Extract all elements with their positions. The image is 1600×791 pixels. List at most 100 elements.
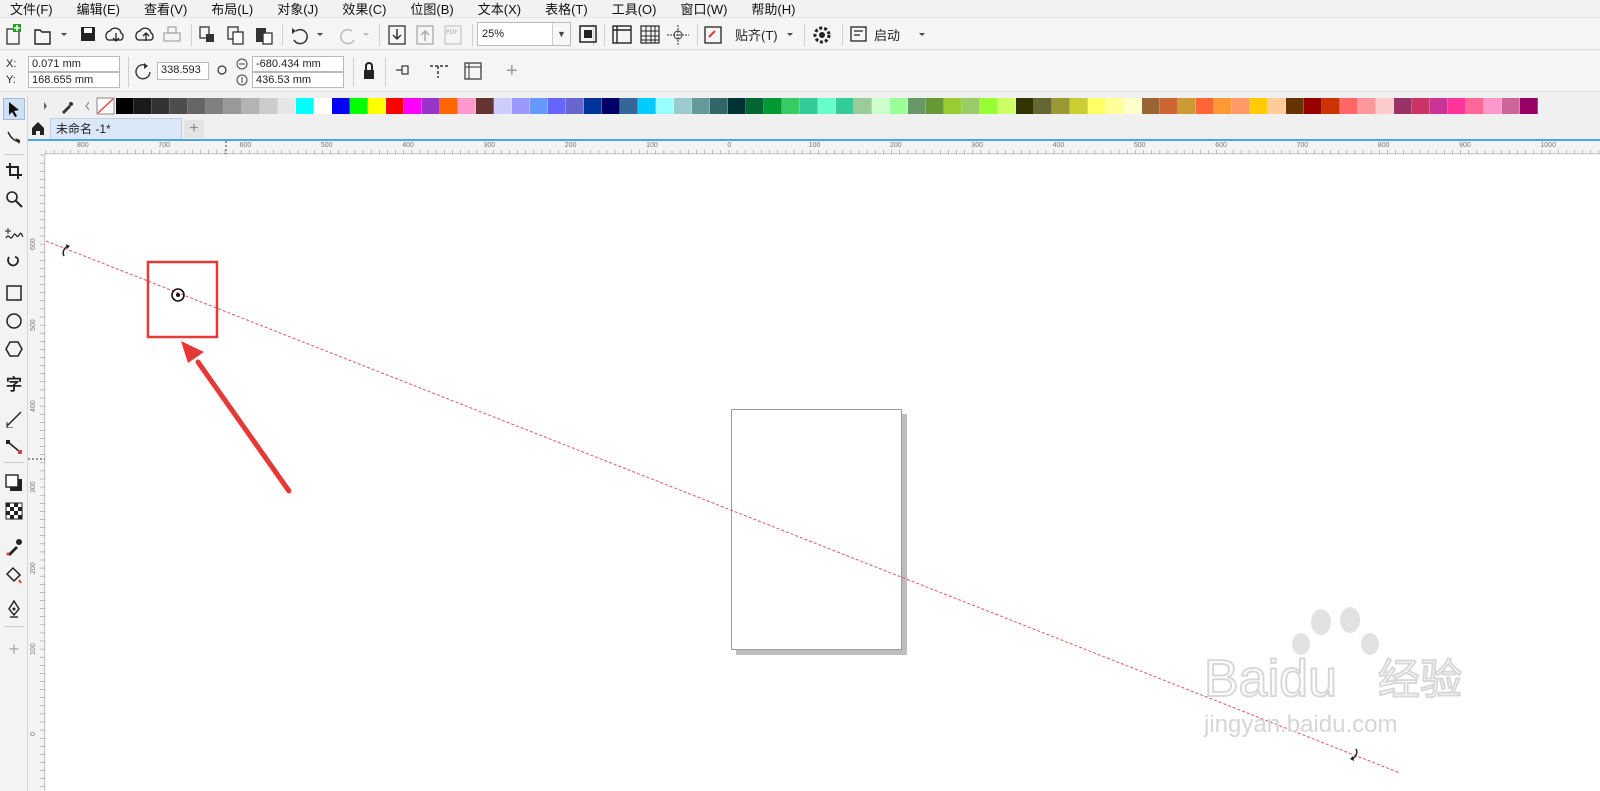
color-swatch[interactable] <box>1448 98 1466 114</box>
interactive-fill-tool[interactable] <box>3 564 25 586</box>
color-swatch[interactable] <box>530 98 548 114</box>
color-swatch[interactable] <box>1412 98 1430 114</box>
color-eyedropper-tool[interactable] <box>3 536 25 558</box>
color-swatch[interactable] <box>1394 98 1412 114</box>
color-swatch[interactable] <box>548 98 566 114</box>
launch-label[interactable]: 启动 <box>874 25 900 44</box>
color-swatch[interactable] <box>1250 98 1268 114</box>
color-swatch[interactable] <box>224 98 242 114</box>
color-swatch[interactable] <box>1520 98 1538 114</box>
color-swatch[interactable] <box>926 98 944 114</box>
color-swatch[interactable] <box>494 98 512 114</box>
rotation-center-y-field[interactable]: 436.53 mm <box>252 72 344 88</box>
color-swatch[interactable] <box>368 98 386 114</box>
parallel-dimension-tool[interactable] <box>3 408 25 430</box>
menu-tools[interactable]: 工具(O) <box>612 0 657 18</box>
add-tool-button[interactable]: + <box>3 638 25 660</box>
menu-edit[interactable]: 编辑(E) <box>77 0 120 18</box>
color-swatch[interactable] <box>1430 98 1448 114</box>
color-swatch[interactable] <box>1484 98 1502 114</box>
color-swatch[interactable] <box>1304 98 1322 114</box>
drop-shadow-tool[interactable] <box>3 472 25 494</box>
new-tab-button[interactable]: + <box>184 120 204 138</box>
color-swatch[interactable] <box>170 98 188 114</box>
menu-effects[interactable]: 效果(C) <box>342 0 386 18</box>
rotation-center-x-field[interactable]: -680.434 mm <box>252 56 344 72</box>
rotation-angle-field[interactable]: 338.593 <box>157 62 209 80</box>
menu-file[interactable]: 文件(F) <box>10 0 53 18</box>
color-swatch[interactable] <box>692 98 710 114</box>
zoom-tool[interactable] <box>3 188 25 210</box>
color-swatch[interactable] <box>404 98 422 114</box>
rectangle-tool[interactable] <box>3 282 25 304</box>
color-swatch[interactable] <box>1286 98 1304 114</box>
color-swatch[interactable] <box>1322 98 1340 114</box>
document-page[interactable] <box>731 409 902 650</box>
color-swatch[interactable] <box>1052 98 1070 114</box>
color-swatch[interactable] <box>836 98 854 114</box>
color-swatch[interactable] <box>350 98 368 114</box>
color-swatch[interactable] <box>1502 98 1520 114</box>
polygon-tool[interactable] <box>3 338 25 360</box>
color-swatch[interactable] <box>980 98 998 114</box>
color-swatch[interactable] <box>278 98 296 114</box>
color-swatch[interactable] <box>998 98 1016 114</box>
color-swatch[interactable] <box>1034 98 1052 114</box>
color-swatch[interactable] <box>782 98 800 114</box>
color-swatch[interactable] <box>1178 98 1196 114</box>
connector-tool[interactable] <box>3 436 25 458</box>
color-swatch[interactable] <box>1376 98 1394 114</box>
color-swatch[interactable] <box>314 98 332 114</box>
color-swatch[interactable] <box>800 98 818 114</box>
color-swatch[interactable] <box>890 98 908 114</box>
color-swatch[interactable] <box>728 98 746 114</box>
color-swatch[interactable] <box>242 98 260 114</box>
color-swatch[interactable] <box>440 98 458 114</box>
horizontal-ruler[interactable] <box>45 141 1600 154</box>
color-swatch[interactable] <box>638 98 656 114</box>
menu-table[interactable]: 表格(T) <box>545 0 588 18</box>
color-swatch[interactable] <box>1196 98 1214 114</box>
document-tab[interactable]: 未命名 -1* <box>50 118 182 140</box>
menu-object[interactable]: 对象(J) <box>277 0 318 18</box>
color-swatch[interactable] <box>1124 98 1142 114</box>
color-swatch[interactable] <box>872 98 890 114</box>
zoom-level-combo[interactable]: 25% ▼ <box>477 22 571 46</box>
color-swatch[interactable] <box>908 98 926 114</box>
color-swatch[interactable] <box>260 98 278 114</box>
color-swatch[interactable] <box>1340 98 1358 114</box>
color-swatch[interactable] <box>332 98 350 114</box>
color-swatch[interactable] <box>602 98 620 114</box>
menu-bitmaps[interactable]: 位图(B) <box>410 0 453 18</box>
menu-view[interactable]: 查看(V) <box>144 0 187 18</box>
freehand-tool[interactable] <box>3 224 25 246</box>
color-swatch[interactable] <box>476 98 494 114</box>
color-swatch[interactable] <box>1088 98 1106 114</box>
menu-layout[interactable]: 布局(L) <box>211 0 253 18</box>
color-swatch[interactable] <box>1358 98 1376 114</box>
color-swatch[interactable] <box>1106 98 1124 114</box>
color-swatch[interactable] <box>584 98 602 114</box>
color-swatch[interactable] <box>710 98 728 114</box>
menu-text[interactable]: 文本(X) <box>478 0 521 18</box>
text-tool[interactable]: 字 <box>3 372 25 394</box>
snap-to-label[interactable]: 贴齐(T) <box>735 25 778 44</box>
menu-window[interactable]: 窗口(W) <box>680 0 727 18</box>
color-swatch[interactable] <box>1232 98 1250 114</box>
ellipse-tool[interactable] <box>3 310 25 332</box>
color-swatch[interactable] <box>944 98 962 114</box>
shape-tool[interactable] <box>3 126 25 148</box>
y-position-field[interactable]: 168.655 mm <box>28 72 120 88</box>
pick-tool[interactable] <box>3 98 25 120</box>
color-swatch[interactable] <box>152 98 170 114</box>
color-swatch[interactable] <box>854 98 872 114</box>
menu-help[interactable]: 帮助(H) <box>751 0 795 18</box>
color-swatch[interactable] <box>206 98 224 114</box>
transparency-tool[interactable] <box>3 500 25 522</box>
crop-tool[interactable] <box>3 160 25 182</box>
color-swatch[interactable] <box>620 98 638 114</box>
color-swatch[interactable] <box>746 98 764 114</box>
zoom-dropdown-icon[interactable]: ▼ <box>552 23 570 45</box>
color-swatch[interactable] <box>386 98 404 114</box>
color-swatch[interactable] <box>566 98 584 114</box>
